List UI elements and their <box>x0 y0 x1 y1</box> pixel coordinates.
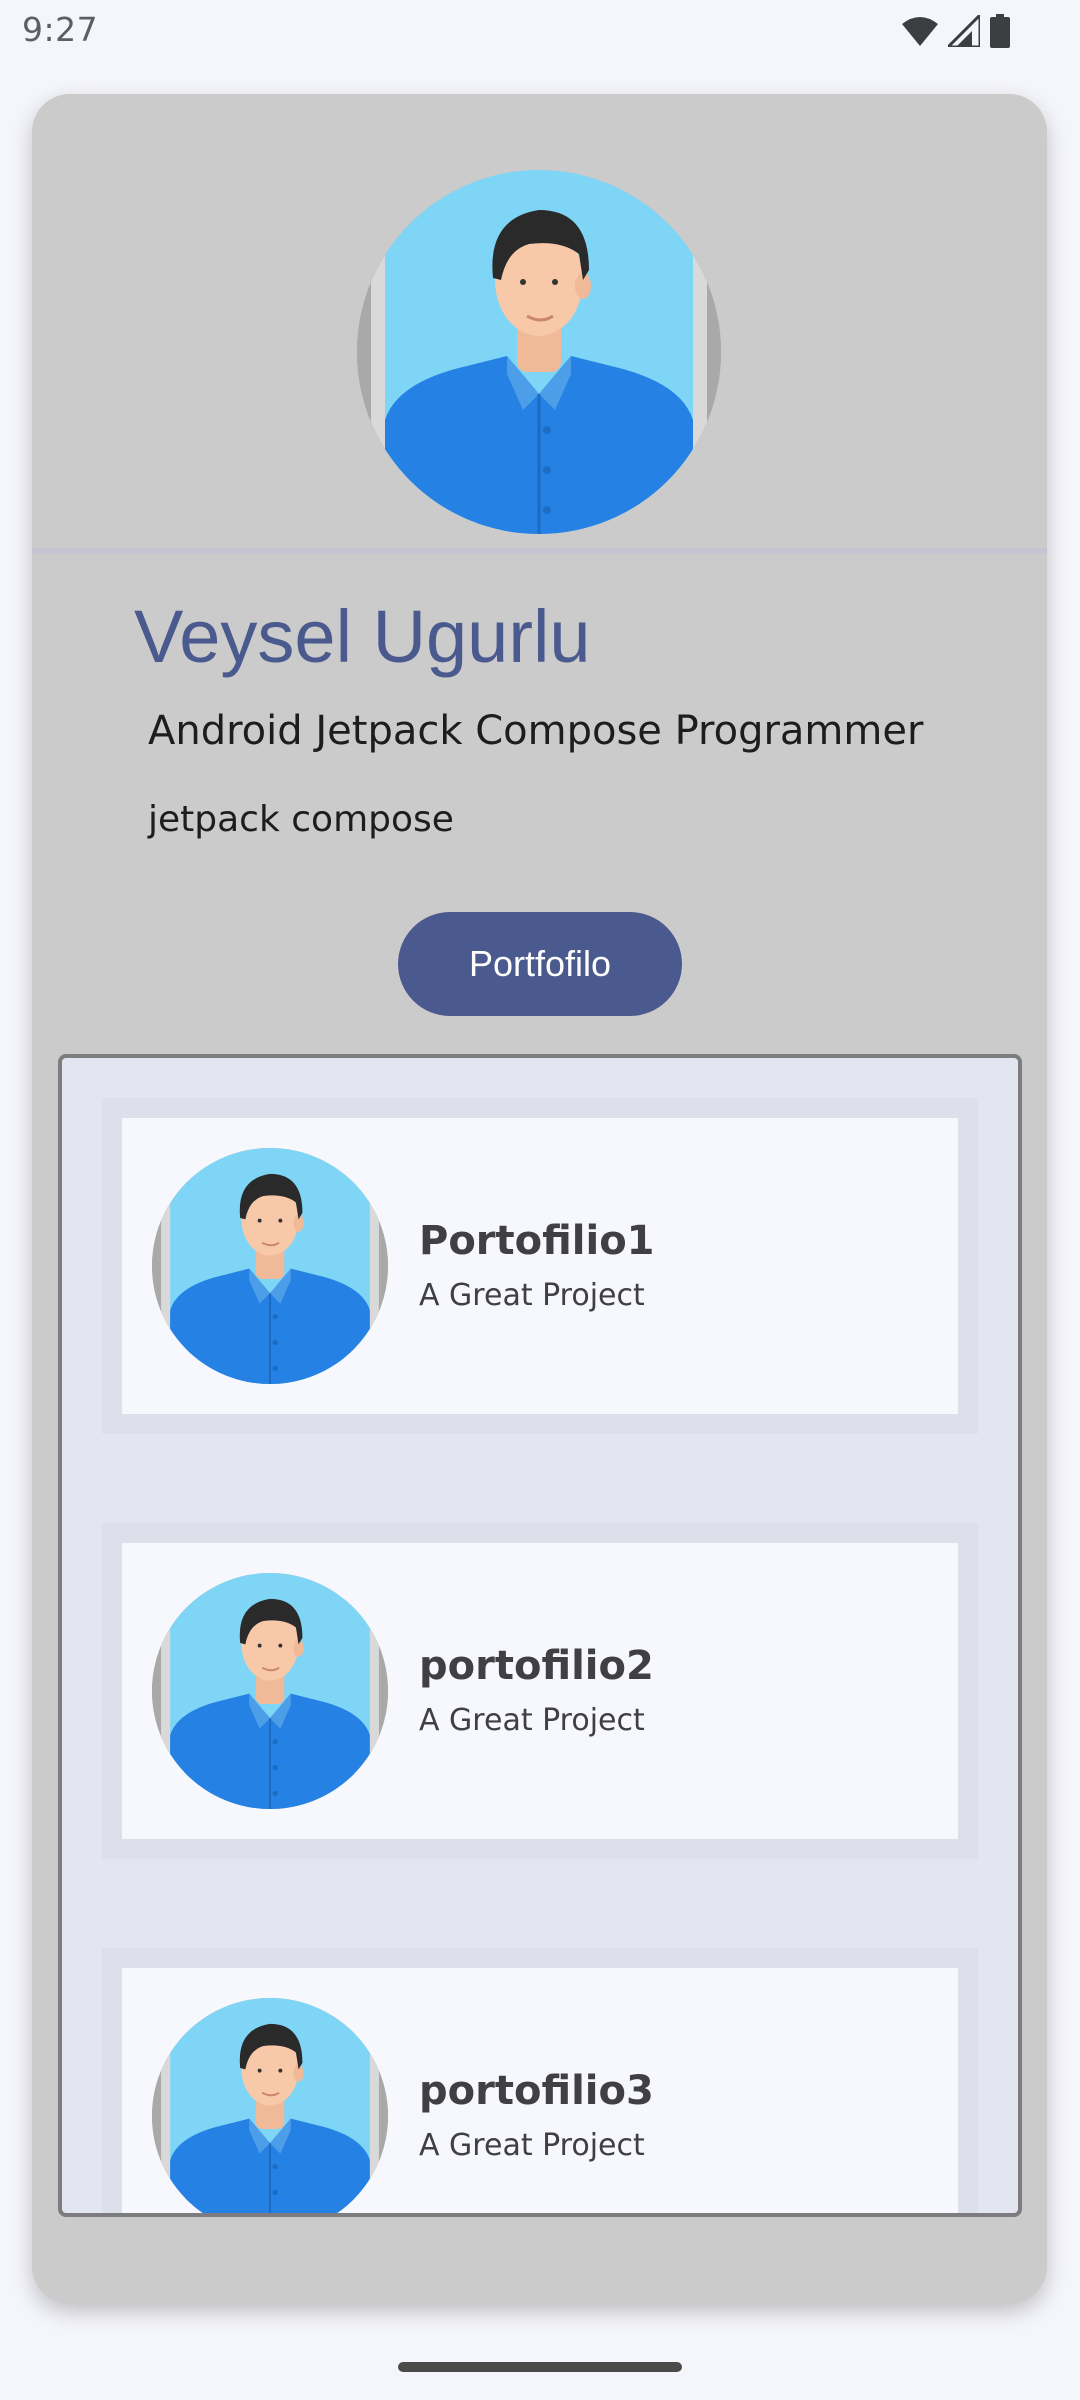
list-item[interactable]: Portofilio1 A Great Project <box>102 1098 978 1434</box>
portfolio-button[interactable]: Portfofilo <box>398 912 682 1016</box>
profile-avatar <box>357 170 721 534</box>
list-item[interactable]: portofilio2 A Great Project <box>102 1523 978 1859</box>
profile-name: Veysel Ugurlu <box>134 595 591 678</box>
list-item[interactable]: portofilio3 A Great Project <box>102 1948 978 2217</box>
battery-icon <box>990 14 1010 48</box>
item-title: portofilio2 <box>419 1643 654 1689</box>
cellular-signal-icon <box>948 15 980 47</box>
status-time: 9:27 <box>22 10 99 49</box>
status-icons <box>902 14 1010 48</box>
item-subtitle: A Great Project <box>419 1703 645 1738</box>
person-avatar-image <box>152 1573 388 1809</box>
list-item-card[interactable]: portofilio2 A Great Project <box>122 1543 958 1839</box>
portfolio-list[interactable]: Portofilio1 A Great Project portofilio2 … <box>58 1054 1022 2217</box>
item-subtitle: A Great Project <box>419 2128 645 2163</box>
person-avatar-image <box>357 170 721 534</box>
wifi-icon <box>902 17 938 46</box>
home-indicator[interactable] <box>398 2362 682 2372</box>
profile-skill: jetpack compose <box>148 799 454 840</box>
item-title: portofilio3 <box>419 2068 654 2114</box>
profile-title: Android Jetpack Compose Programmer <box>148 708 924 754</box>
list-item-card[interactable]: Portofilio1 A Great Project <box>122 1118 958 1414</box>
list-item-card[interactable]: portofilio3 A Great Project <box>122 1968 958 2217</box>
person-avatar-image <box>152 1998 388 2217</box>
item-avatar <box>152 1998 388 2217</box>
item-title: Portofilio1 <box>419 1218 655 1264</box>
status-bar: 9:27 <box>0 0 1080 66</box>
item-avatar <box>152 1148 388 1384</box>
person-avatar-image <box>152 1148 388 1384</box>
item-avatar <box>152 1573 388 1809</box>
card-divider <box>32 548 1047 554</box>
profile-card: Veysel Ugurlu Android Jetpack Compose Pr… <box>32 94 1047 2304</box>
item-subtitle: A Great Project <box>419 1278 645 1313</box>
